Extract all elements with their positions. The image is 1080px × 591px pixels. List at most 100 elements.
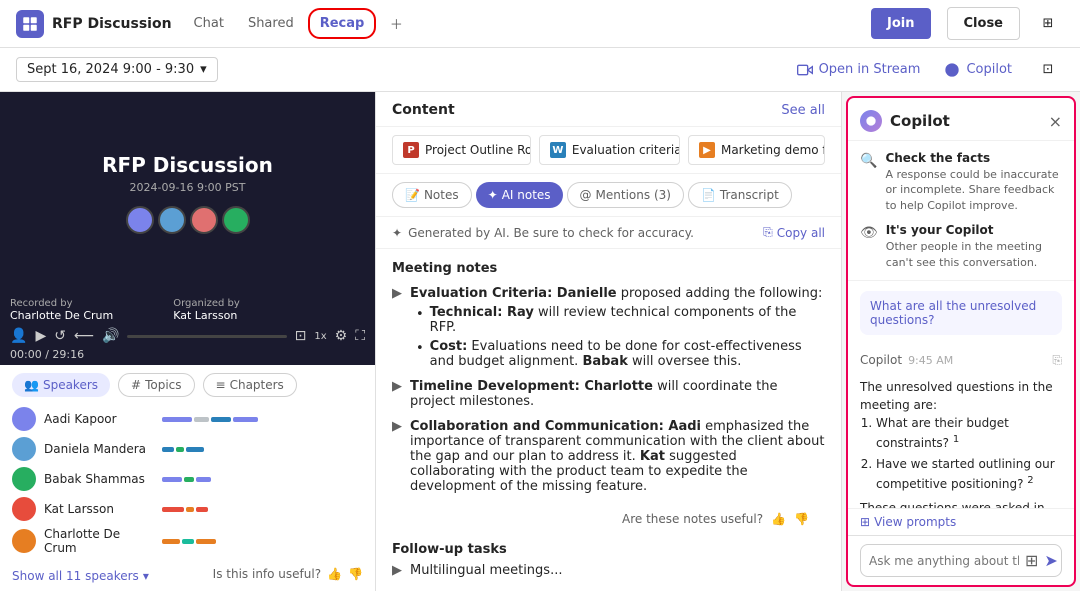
file-item[interactable]: ▶ Marketing demo f...: [688, 135, 825, 165]
app-logo: [16, 10, 44, 38]
ai-sparkle-icon: ✦: [392, 226, 402, 240]
video-avatars: [126, 206, 250, 234]
tab-transcript[interactable]: 📄 Transcript: [688, 182, 792, 208]
close-button[interactable]: Close: [947, 7, 1020, 40]
organized-by-name: Kat Larsson: [173, 309, 240, 322]
share-icon[interactable]: ⊡: [1032, 54, 1064, 86]
expand-icon[interactable]: ▶: [392, 286, 402, 301]
speaker-name: Babak Shammas: [44, 472, 154, 486]
copilot-title: Copilot: [890, 112, 1041, 130]
mute-icon[interactable]: 🔊: [102, 328, 119, 344]
list-icon: ≡: [216, 378, 226, 392]
notes-useful-label: Are these notes useful?: [622, 512, 763, 526]
content-files: P Project Outline Ro... W Evaluation cri…: [376, 127, 841, 174]
note-sub-text: Technical: Ray will review technical com…: [430, 305, 825, 335]
join-button[interactable]: Join: [871, 8, 930, 39]
avatar: [12, 497, 36, 521]
notice-title: Check the facts: [885, 151, 1062, 165]
list-item: Daniela Mandera: [12, 437, 363, 461]
close-icon[interactable]: ×: [1049, 112, 1062, 131]
settings-icon[interactable]: ⚙: [335, 328, 348, 344]
notes-panel: Content See all P Project Outline Ro... …: [375, 92, 842, 591]
list-item: Babak Shammas: [12, 467, 363, 491]
note-item-header: ▶ Multilingual meetings...: [392, 563, 825, 578]
speed-icon[interactable]: 1x: [314, 331, 326, 342]
play-button[interactable]: ▶: [35, 328, 46, 344]
video-title: RFP Discussion: [102, 153, 273, 177]
more-options-icon[interactable]: ⊞: [1032, 8, 1064, 40]
prompt-bubble[interactable]: What are all the unresolved questions?: [860, 291, 1062, 335]
rewind-icon[interactable]: ↺: [54, 328, 66, 344]
topics-tab[interactable]: # Topics: [118, 373, 195, 397]
list-item: Kat Larsson: [12, 497, 363, 521]
expand-icon[interactable]: ▶: [392, 419, 402, 434]
list-item: Aadi Kapoor: [12, 407, 363, 431]
ai-notice-bar: ✦ Generated by AI. Be sure to check for …: [376, 217, 841, 249]
view-prompts-label: View prompts: [874, 515, 956, 529]
add-tab-button[interactable]: ＋: [384, 12, 408, 36]
magnify-icon: 🔍: [860, 153, 877, 169]
copilot-logo-icon: [860, 110, 882, 132]
file-name: Project Outline Ro...: [425, 143, 531, 157]
expand-icon[interactable]: ▶: [392, 563, 402, 578]
tab-chat[interactable]: Chat: [184, 10, 234, 37]
see-all-button[interactable]: See all: [781, 103, 825, 118]
speaker-name: Daniela Mandera: [44, 442, 154, 456]
video-controls-area: Recorded by Charlotte De Crum Organized …: [0, 294, 375, 365]
file-icon-ppt: P: [403, 142, 419, 158]
note-item: ▶ Evaluation Criteria: Danielle proposed…: [392, 286, 825, 369]
chat-message-text: The unresolved questions in the meeting …: [860, 378, 1062, 508]
speakers-tab[interactable]: 👥 Speakers: [12, 373, 110, 397]
video-area: RFP Discussion 2024-09-16 9:00 PST: [0, 92, 375, 294]
avatar: [190, 206, 218, 234]
thumbs-down-icon[interactable]: 👎: [794, 512, 809, 526]
avatar: [12, 407, 36, 431]
date-range-picker[interactable]: Sept 16, 2024 9:00 - 9:30 ▾: [16, 57, 218, 82]
open-in-stream-button[interactable]: Open in Stream: [789, 58, 929, 82]
skip-back-icon[interactable]: ⟵: [74, 328, 94, 344]
notice-check-facts: 🔍 Check the facts A response could be in…: [860, 151, 1062, 213]
tab-shared[interactable]: Shared: [238, 10, 304, 37]
file-name: Evaluation criteria...: [572, 143, 680, 157]
chat-input-area: ⊞ ➤: [848, 535, 1074, 585]
file-name: Marketing demo f...: [721, 143, 825, 157]
send-button[interactable]: ➤: [1044, 551, 1057, 570]
copy-message-icon[interactable]: ⎘: [1052, 353, 1062, 368]
expand-icon[interactable]: ▶: [392, 379, 402, 394]
show-all-speakers[interactable]: Show all 11 speakers ▾: [12, 569, 149, 583]
view-prompts-button[interactable]: ⊞ View prompts: [848, 508, 1074, 535]
note-sub-text: Cost: Evaluations need to be done for co…: [430, 339, 825, 369]
chapters-tab[interactable]: ≡ Chapters: [203, 373, 297, 397]
note-item-header: ▶ Collaboration and Communication: Aadi …: [392, 419, 825, 494]
speaker-activity-bars: [162, 539, 363, 544]
copilot-button[interactable]: Copilot: [936, 58, 1020, 82]
list-item: Have we started outlining our competitiv…: [876, 455, 1062, 493]
fullscreen-icon[interactable]: ⛶: [355, 328, 365, 344]
speaker-activity-bars: [162, 507, 363, 512]
thumbs-up-icon[interactable]: 👍: [327, 567, 342, 581]
tab-recap[interactable]: Recap: [308, 8, 377, 39]
copy-all-button[interactable]: ⎘ Copy all: [763, 225, 825, 240]
thumbs-up-icon[interactable]: 👍: [771, 512, 786, 526]
avatar: [12, 529, 36, 553]
file-item[interactable]: P Project Outline Ro...: [392, 135, 531, 165]
tab-notes[interactable]: 📝 Notes: [392, 182, 472, 208]
date-range-label: Sept 16, 2024 9:00 - 9:30: [27, 62, 194, 77]
transcript-label: Transcript: [720, 188, 779, 202]
thumbs-down-icon[interactable]: 👎: [348, 567, 363, 581]
list-item: What are their budget constraints? 1: [876, 414, 1062, 452]
organized-by-label: Organized by: [173, 298, 240, 309]
progress-bar[interactable]: [127, 335, 286, 338]
subtitles-icon[interactable]: ⊡: [295, 328, 307, 344]
copilot-notices: 🔍 Check the facts A response could be in…: [848, 141, 1074, 281]
video-labels: Recorded by Charlotte De Crum Organized …: [10, 298, 365, 322]
file-item[interactable]: W Evaluation criteria...: [539, 135, 680, 165]
at-icon: @: [580, 188, 592, 202]
video-time: 00:00 / 29:16: [10, 348, 365, 361]
tab-mentions[interactable]: @ Mentions (3): [567, 182, 684, 208]
attach-icon[interactable]: ⊞: [1025, 551, 1038, 570]
chat-input[interactable]: [869, 554, 1019, 568]
tab-ai-notes[interactable]: ✦ AI notes: [476, 182, 563, 208]
transcript-icon: 📄: [701, 188, 716, 202]
show-all-label: Show all 11 speakers: [12, 569, 139, 583]
